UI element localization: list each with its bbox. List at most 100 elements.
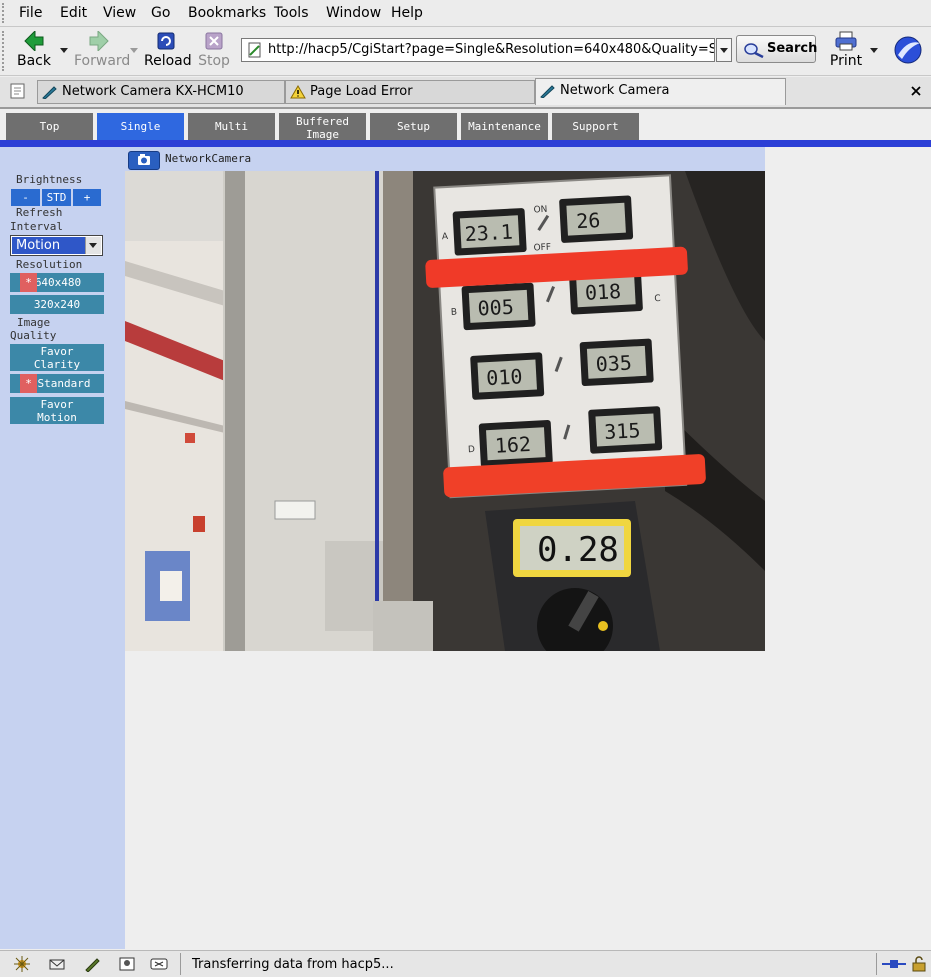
forward-label: Forward (74, 53, 131, 69)
nav-tab-setup[interactable]: Setup (370, 113, 457, 140)
new-tab-icon[interactable] (9, 82, 27, 100)
composer-icon[interactable] (84, 956, 102, 972)
camera-header: NetworkCamera (125, 147, 765, 171)
tab-title: Network Camera (560, 83, 670, 98)
toolbar-grip[interactable] (2, 3, 10, 23)
nav-tab-support[interactable]: Support (552, 113, 639, 140)
forward-dropdown-icon[interactable] (130, 48, 138, 53)
chat-icon[interactable] (150, 956, 168, 972)
favor-clarity-label-1: Favor (40, 345, 74, 358)
favor-motion-label-2: Motion (37, 411, 77, 424)
address-book-icon[interactable] (118, 956, 136, 972)
page-icon (248, 42, 261, 58)
security-lock-icon[interactable] (910, 956, 928, 972)
stop-button[interactable]: Stop (196, 31, 232, 69)
quality-favor-clarity-button[interactable]: Favor Clarity (10, 344, 104, 371)
quality-favor-motion-button[interactable]: Favor Motion (10, 397, 104, 424)
menu-window[interactable]: Window (326, 5, 381, 21)
search-button[interactable]: Search (736, 35, 818, 63)
camera-title: NetworkCamera (165, 152, 252, 165)
mail-icon[interactable] (48, 956, 66, 972)
close-tab-icon[interactable] (910, 85, 922, 97)
nav-tab-multi[interactable]: Multi (188, 113, 275, 140)
reload-icon (157, 32, 175, 50)
back-dropdown-icon[interactable] (60, 48, 68, 53)
warning-icon (290, 85, 306, 99)
multimeter-reading: 0.28 (537, 530, 619, 570)
refresh-interval-value: Motion (12, 237, 86, 254)
nav-tab-single[interactable]: Single (97, 113, 184, 140)
image-quality-label-2: Quality (10, 329, 57, 342)
control-sidebar: Brightness - STD + Refresh Interval Moti… (0, 147, 125, 949)
resolution-320-button[interactable]: 320x240 (10, 295, 104, 314)
pen-icon (540, 85, 555, 98)
browser-tab-active[interactable]: Network Camera (535, 78, 786, 105)
reload-button[interactable]: Reload (144, 31, 192, 69)
status-divider (180, 953, 181, 975)
status-bar: Transferring data from hacp5... (0, 950, 931, 977)
row-label-b: B (451, 308, 458, 318)
nav-tab-buffered-image[interactable]: Buffered Image (279, 113, 366, 140)
brightness-plus-button[interactable]: + (73, 189, 101, 206)
resolution-label: Resolution (16, 258, 83, 271)
refresh-label: Refresh (16, 206, 63, 219)
navigator-icon[interactable] (13, 956, 31, 972)
camera-icon (128, 151, 160, 170)
menu-help[interactable]: Help (391, 5, 423, 21)
url-dropdown-button[interactable] (716, 38, 732, 62)
camera-image[interactable]: 23.1 26 005 018 010 035 162 315 ON OFF A… (125, 171, 765, 651)
stop-label: Stop (198, 53, 230, 69)
menu-file[interactable]: File (19, 5, 42, 21)
menu-tools[interactable]: Tools (274, 5, 309, 21)
refresh-label-2: Interval (10, 220, 63, 233)
toolbar-grip[interactable] (2, 31, 10, 71)
browser-tab[interactable]: Network Camera KX-HCM10 (37, 80, 285, 104)
browser-tab-bar: Network Camera KX-HCM10 Page Load Error … (0, 77, 931, 109)
menu-bookmarks[interactable]: Bookmarks (188, 5, 266, 21)
back-button[interactable]: Back (16, 31, 52, 69)
printer-icon (835, 31, 857, 51)
image-quality-label: Image (17, 316, 51, 329)
forward-arrow-icon (89, 31, 109, 51)
switch-on: ON (533, 205, 547, 216)
chevron-down-icon (720, 48, 728, 53)
menu-go[interactable]: Go (151, 5, 170, 21)
brightness-std-button[interactable]: STD (42, 189, 71, 206)
row-label-c: C (654, 294, 661, 304)
menu-edit[interactable]: Edit (60, 5, 87, 21)
url-text[interactable]: http://hacp5/CgiStart?page=Single&Resolu… (268, 39, 714, 61)
browser-tab[interactable]: Page Load Error (285, 80, 535, 104)
nav-tab-top[interactable]: Top (6, 113, 93, 140)
print-button[interactable]: Print (829, 31, 863, 69)
menu-view[interactable]: View (103, 5, 136, 21)
page-content: Top Single Multi Buffered Image Setup Ma… (0, 109, 931, 949)
status-divider (876, 953, 877, 975)
switch-off: OFF (533, 243, 551, 254)
meter-b-left: 005 (477, 295, 514, 321)
meter-a-right: 26 (576, 208, 601, 233)
reload-label: Reload (144, 53, 192, 69)
nav-tab-maintenance[interactable]: Maintenance (461, 113, 548, 140)
resolution-640-label: 640x480 (34, 276, 82, 289)
search-label: Search (767, 41, 818, 56)
camera-feed-picture: 23.1 26 005 018 010 035 162 315 ON OFF A… (125, 171, 765, 651)
meter-d-left: 162 (494, 432, 531, 458)
meter-c-left: 010 (486, 364, 523, 390)
online-connection-icon[interactable] (881, 956, 907, 972)
nav-underline (0, 140, 931, 147)
brightness-minus-button[interactable]: - (11, 189, 40, 206)
print-dropdown-icon[interactable] (870, 48, 878, 53)
meter-b-right: 018 (584, 279, 621, 305)
row-label-d: D (468, 445, 476, 455)
navigation-toolbar: Back Forward Reload Stop http://hacp5/Cg… (0, 27, 931, 76)
resolution-640-button[interactable]: * 640x480 (10, 273, 104, 292)
url-bar[interactable]: http://hacp5/CgiStart?page=Single&Resolu… (241, 38, 715, 62)
standard-label: Standard (37, 377, 91, 390)
forward-button[interactable]: Forward (74, 31, 131, 69)
chevron-down-icon (85, 237, 101, 254)
pen-icon (42, 86, 57, 99)
browser-logo-icon[interactable] (893, 35, 923, 65)
refresh-interval-select[interactable]: Motion (10, 235, 103, 256)
quality-standard-button[interactable]: * Standard (10, 374, 104, 393)
brightness-label: Brightness (16, 173, 83, 186)
